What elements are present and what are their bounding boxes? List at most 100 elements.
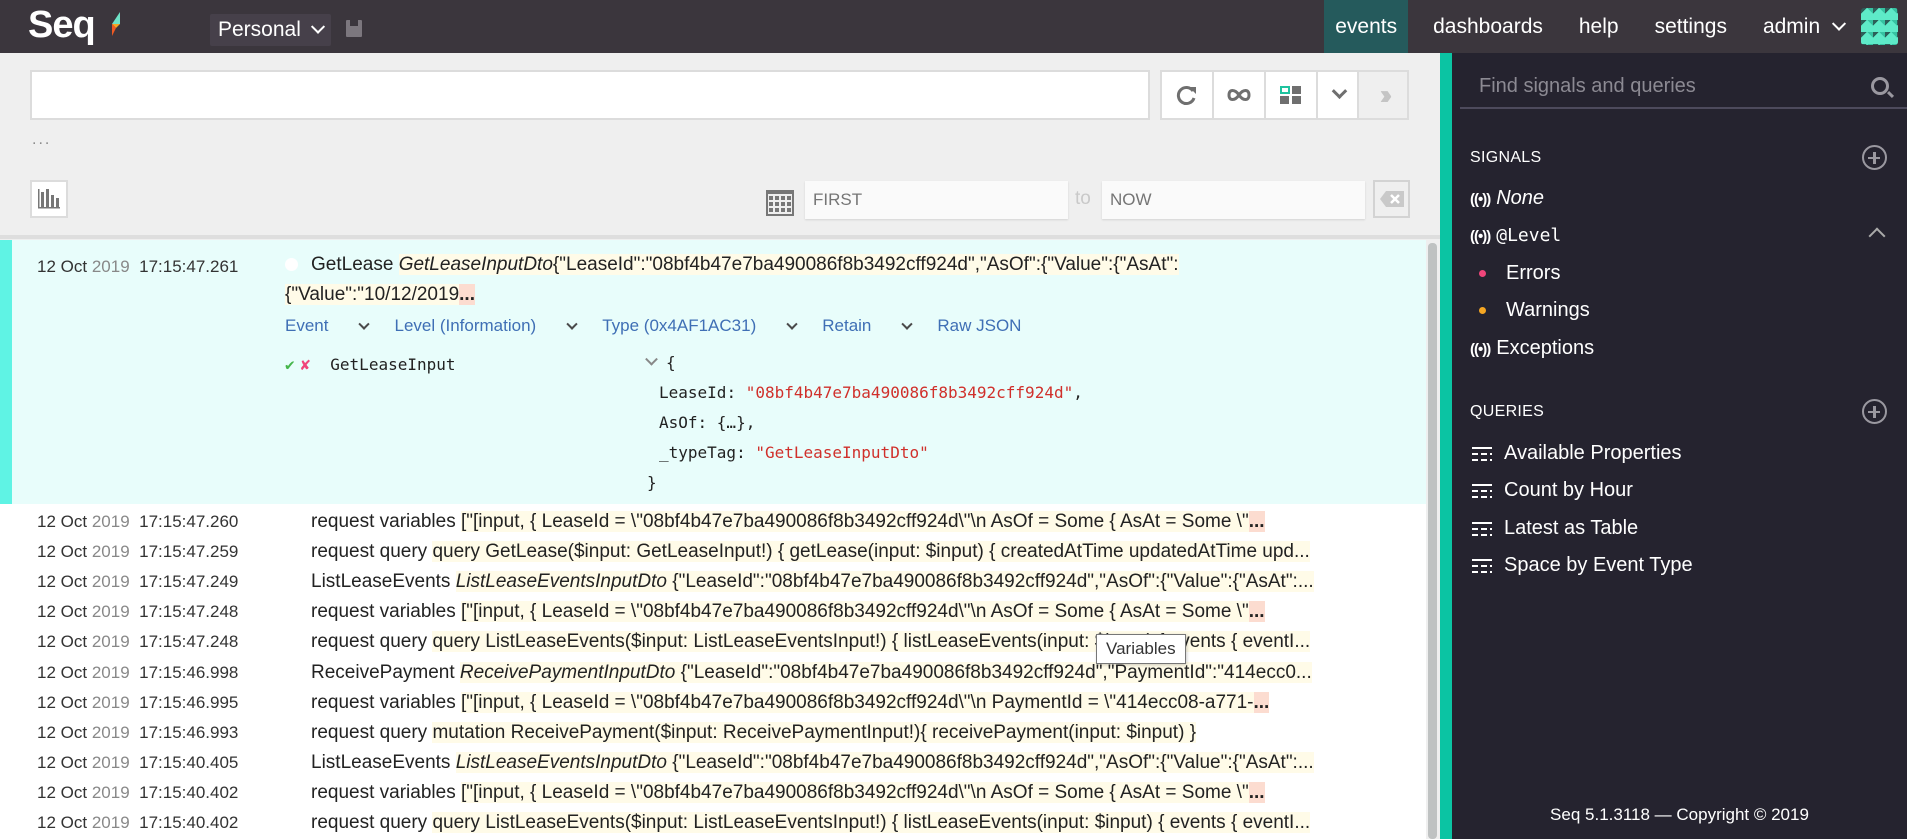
signal-search[interactable]: Find signals and queries [1460, 69, 1907, 109]
signals-sidebar: Find signals and queries SIGNALS ((•)) No… [1452, 53, 1907, 839]
chevron-down-icon [786, 318, 798, 330]
workspace-selector[interactable]: Personal [210, 14, 331, 46]
event-menu-link[interactable]: Event [285, 316, 371, 336]
signal-icon: ((•)) [1470, 191, 1491, 208]
event-row[interactable]: 12 Oct 2019 17:15:47.259 request query qu… [0, 538, 1426, 568]
chevron-down-icon [901, 318, 914, 330]
type-menu-link[interactable]: Type (0x4AF1AC31) [602, 316, 798, 336]
save-icon[interactable] [346, 20, 362, 37]
event-message-continued: {"Value":"10/12/2019... [285, 284, 475, 305]
top-bar: Seq Personal events dashboards help sett… [0, 0, 1907, 53]
expand-message-button[interactable]: ... [1248, 511, 1265, 532]
avatar[interactable] [1861, 8, 1898, 45]
event-timestamp: 12 Oct 2019 17:15:47.259 [37, 542, 239, 562]
clear-date-range-button[interactable] [1373, 180, 1410, 218]
events-panel: ›› ... to 12 Oct 2019 17:15:47.261 GetLe… [0, 53, 1440, 839]
search-input[interactable] [30, 70, 1150, 120]
event-timestamp: 12 Oct 2019 17:15:40.405 [37, 752, 239, 772]
signal-exceptions[interactable]: ((•)) Exceptions [1470, 337, 1594, 360]
refresh-button[interactable] [1162, 72, 1214, 118]
chevron-down-icon [1831, 16, 1847, 31]
nav-dashboards[interactable]: dashboards [1422, 0, 1554, 53]
raw-json-link[interactable]: Raw JSON [937, 316, 1021, 336]
signal-errors[interactable]: Errors [1479, 262, 1560, 285]
event-timestamp: 12 Oct 2019 17:15:47.248 [37, 602, 239, 622]
query-item[interactable]: Count by Hour [1472, 479, 1633, 502]
date-to-input[interactable] [1102, 181, 1365, 219]
event-row[interactable]: 12 Oct 2019 17:15:46.993 request query mu… [0, 719, 1426, 749]
nav-events[interactable]: events [1324, 0, 1409, 53]
level-indicator-icon [285, 258, 298, 271]
event-list-scrollbar[interactable] [1428, 243, 1437, 839]
nav-settings[interactable]: settings [1644, 0, 1738, 53]
query-item[interactable]: Space by Event Type [1472, 554, 1693, 577]
sidebar-accent [1440, 53, 1452, 839]
query-icon [1472, 521, 1492, 536]
user-menu[interactable]: admin [1752, 0, 1855, 53]
chevron-down-icon [310, 19, 325, 34]
layout-button[interactable] [1266, 72, 1318, 118]
event-actions: Event Level (Information) Type (0x4AF1AC… [285, 316, 1047, 336]
layout-grid-icon [1280, 86, 1301, 104]
chevron-down-icon [566, 318, 578, 330]
query-status: ... [32, 131, 52, 148]
event-timestamp: 12 Oct 2019 17:15:46.998 [37, 662, 239, 682]
query-icon [1472, 483, 1492, 498]
exclude-filter-icon[interactable]: ✘ [301, 355, 311, 374]
event-row[interactable]: 12 Oct 2019 17:15:47.249 ListLeaseEvents … [0, 568, 1426, 598]
selected-event[interactable]: 12 Oct 2019 17:15:47.261 GetLease GetLea… [0, 240, 1426, 504]
query-item[interactable]: Latest as Table [1472, 517, 1638, 540]
event-message: request variables ["[input, { LeaseId = … [311, 781, 1265, 803]
seq-logo-mark-icon [112, 12, 120, 36]
chevron-down-icon [1331, 82, 1347, 99]
nav-help[interactable]: help [1568, 0, 1630, 53]
expand-message-button[interactable]: ... [1253, 691, 1270, 713]
include-filter-icon[interactable]: ✔ [285, 355, 295, 374]
seq-logo[interactable]: Seq [28, 4, 96, 47]
expand-sidebar-button[interactable]: ›› [1357, 70, 1409, 120]
event-row[interactable]: 12 Oct 2019 17:15:40.402 request query qu… [0, 809, 1426, 839]
date-from-input[interactable] [805, 181, 1068, 219]
event-row[interactable]: 12 Oct 2019 17:15:46.995 request variable… [0, 689, 1426, 719]
collapse-chevron-icon[interactable] [1868, 227, 1886, 245]
collapse-chevron-icon[interactable] [645, 352, 658, 366]
query-item[interactable]: Available Properties [1472, 442, 1682, 465]
calendar-icon[interactable] [766, 190, 794, 216]
tail-button[interactable] [1214, 72, 1266, 118]
level-menu-link[interactable]: Level (Information) [394, 316, 578, 336]
signal-icon: ((•)) [1470, 341, 1491, 358]
signal-level[interactable]: ((•)) @Level [1470, 224, 1561, 247]
event-row[interactable]: 12 Oct 2019 17:15:47.248 request variable… [0, 598, 1426, 628]
add-signal-icon[interactable] [1862, 145, 1887, 170]
event-row[interactable]: 12 Oct 2019 17:15:46.998 ReceivePayment R… [0, 659, 1426, 689]
event-timestamp: 12 Oct 2019 17:15:46.995 [37, 692, 239, 712]
signal-search-input[interactable]: Find signals and queries [1479, 75, 1696, 98]
event-row[interactable]: 12 Oct 2019 17:15:40.402 request variable… [0, 779, 1426, 809]
layout-dropdown-button[interactable] [1318, 72, 1360, 118]
expand-message-button[interactable]: ... [1248, 781, 1265, 803]
event-row[interactable]: 12 Oct 2019 17:15:47.248 request query qu… [0, 628, 1426, 658]
event-timestamp: 12 Oct 2019 17:15:40.402 [37, 782, 239, 802]
expand-message-button[interactable]: ... [459, 284, 475, 305]
json-field[interactable]: AsOf: {…}, [647, 408, 1083, 438]
event-row[interactable]: 12 Oct 2019 17:15:40.405 ListLeaseEvents … [0, 749, 1426, 779]
event-timestamp: 12 Oct 2019 17:15:47.260 [37, 512, 239, 531]
add-query-icon[interactable] [1862, 399, 1887, 424]
signal-warnings[interactable]: Warnings [1479, 299, 1590, 322]
event-message: GetLease GetLeaseInputDto{"LeaseId":"08b… [311, 254, 1179, 275]
search-icon[interactable] [1871, 77, 1889, 95]
chevron-down-icon [358, 318, 371, 330]
bar-chart-icon [38, 189, 60, 209]
retain-menu-link[interactable]: Retain [822, 316, 914, 336]
signal-none[interactable]: ((•)) None [1470, 187, 1544, 210]
event-message: request query query ListLeaseEvents($inp… [311, 812, 1311, 833]
expand-message-button[interactable]: ... [1248, 601, 1265, 623]
event-row[interactable]: 12 Oct 2019 17:15:47.260 request variable… [0, 508, 1426, 538]
tooltip: Variables [1096, 634, 1186, 664]
event-message: request query mutation ReceivePayment($i… [311, 721, 1197, 743]
event-message: ReceivePayment ReceivePaymentInputDto {"… [311, 661, 1312, 683]
event-timestamp: 12 Oct 2019 17:15:47.248 [37, 632, 239, 652]
toolbar [1160, 70, 1362, 120]
histogram-button[interactable] [30, 180, 68, 218]
event-list[interactable]: 12 Oct 2019 17:15:47.261 GetLease GetLea… [0, 240, 1426, 839]
